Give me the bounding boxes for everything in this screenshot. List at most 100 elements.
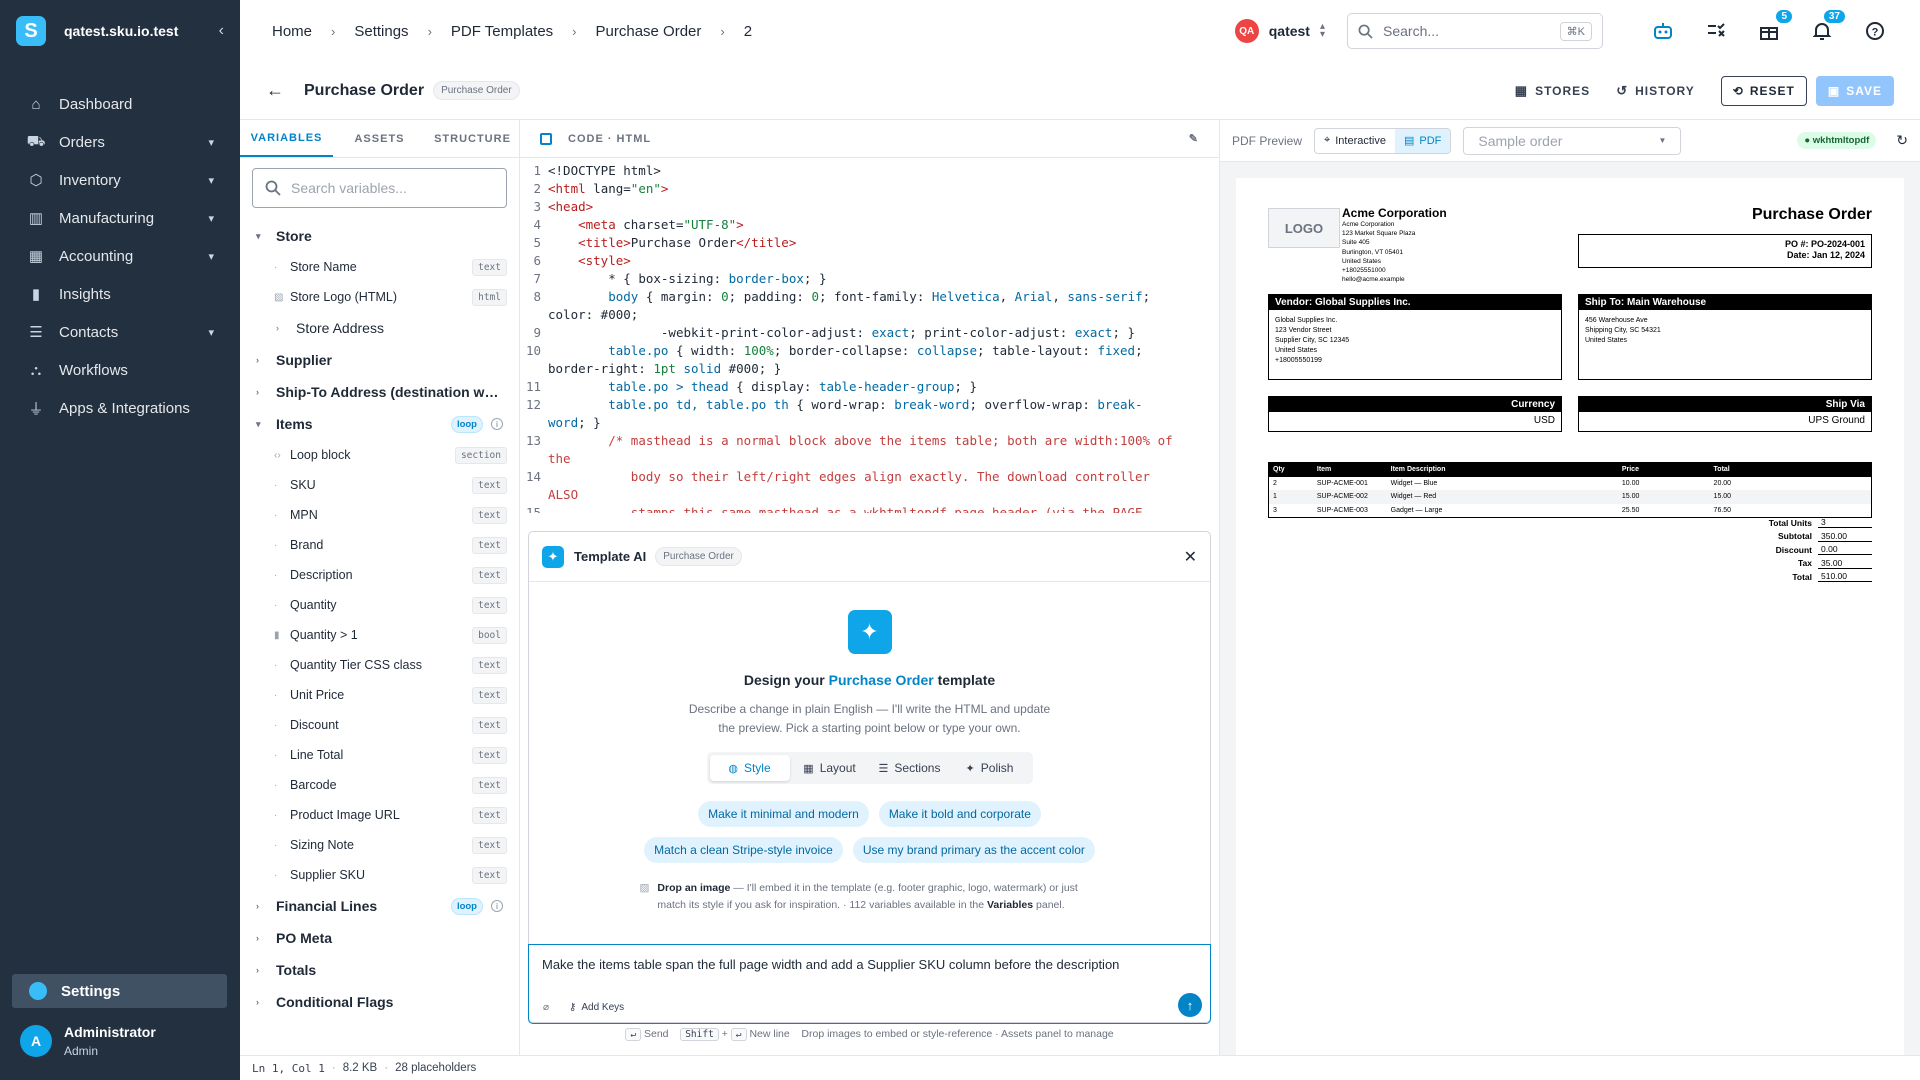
tree-group-conditional-flags[interactable]: › Conditional Flags — [240, 986, 519, 1018]
code-editor[interactable]: 1 <!DOCTYPE html> 2 <html lang="en"> 3 <head>… — [520, 158, 1219, 513]
close-icon[interactable]: ✕ — [1184, 547, 1197, 567]
user-switcher[interactable]: QA qatest ▴ ▾ — [1234, 19, 1325, 43]
code-line: 12 table.po td, table.po th { word-wrap:… — [520, 396, 1219, 432]
user-profile[interactable]: A Administrator Admin — [20, 1024, 156, 1058]
tree-group-financial-lines[interactable]: › Financial Lines loop i — [240, 890, 519, 922]
bell-icon[interactable]: 37 — [1809, 10, 1845, 44]
variable-item[interactable]: · Barcode text — [240, 770, 519, 800]
suggestion-chip[interactable]: Use my brand primary as the accent color — [852, 837, 1095, 863]
variable-label: Supplier SKU — [290, 868, 366, 882]
variable-item[interactable]: ▨ Store Logo (HTML) html — [240, 282, 519, 312]
tab-variables[interactable]: VARIABLES — [240, 120, 333, 157]
variable-item[interactable]: · MPN text — [240, 500, 519, 530]
stores-button[interactable]: ▦ STORES — [1515, 83, 1590, 99]
tree-group-supplier[interactable]: › Supplier — [240, 344, 519, 376]
tab-structure[interactable]: STRUCTURE — [426, 120, 519, 157]
address-line: 123 Vendor Street — [1275, 327, 1332, 334]
sidebar-item-insights[interactable]: ▮ Insights — [0, 275, 240, 313]
suggestion-chip[interactable]: Match a clean Stripe-style invoice — [644, 837, 843, 863]
breadcrumb-item[interactable]: Home — [272, 23, 312, 40]
save-button[interactable]: ▣ SAVE — [1815, 75, 1894, 106]
robot-icon[interactable] — [1650, 18, 1676, 44]
arrow-left-icon[interactable]: ← — [266, 80, 284, 101]
breadcrumb-item[interactable]: Settings — [354, 23, 408, 40]
sidebar-item-orders[interactable]: ⛟ Orders ▾ — [0, 123, 240, 161]
line-content: * { box-sizing: border-box; } — [548, 271, 827, 286]
search-input[interactable]: Search... ⌘K — [1347, 13, 1603, 49]
variables-search-input[interactable]: Search variables... — [252, 168, 507, 208]
chevron-left-icon[interactable]: ‹ — [219, 22, 224, 40]
history-button[interactable]: ↺ HISTORY — [1616, 83, 1695, 99]
table-header: Qty Item Item Description Price Total — [1269, 463, 1871, 477]
tab-sections[interactable]: ☰ Sections — [870, 755, 950, 781]
variable-item[interactable]: ▮ Quantity > 1 bool — [240, 620, 519, 650]
add-keys-button[interactable]: Add Keys — [581, 1002, 624, 1013]
variable-item[interactable]: · Sizing Note text — [240, 830, 519, 860]
address-line: +18025551000 — [1342, 267, 1386, 275]
tab-style[interactable]: ◍ Style — [709, 755, 790, 781]
sidebar-item-settings[interactable]: Settings — [12, 974, 227, 1008]
tab-layout[interactable]: ▦ Layout — [790, 755, 870, 781]
variable-item[interactable]: · Description text — [240, 560, 519, 590]
store-name[interactable]: qatest.sku.io.test — [64, 23, 219, 39]
sample-order-select[interactable]: Sample order ▼ — [1463, 126, 1682, 155]
loop-badge: loop — [450, 415, 483, 433]
app-logo[interactable]: S — [16, 16, 46, 46]
search-icon — [1358, 24, 1373, 39]
table-cell: 3 — [1273, 506, 1277, 514]
gift-icon[interactable]: 5 — [1756, 10, 1792, 44]
variable-label: Barcode — [290, 778, 337, 792]
variable-item[interactable]: · Quantity Tier CSS class text — [240, 650, 519, 680]
sidebar-item-contacts[interactable]: ☰ Contacts ▾ — [0, 313, 240, 351]
dot-icon: · — [274, 749, 278, 761]
tab-polish[interactable]: ✦ Polish — [950, 755, 1030, 781]
tree-group-po-meta[interactable]: › PO Meta — [240, 922, 519, 954]
tree-group-store-address[interactable]: › Store Address — [240, 312, 519, 344]
variable-item[interactable]: · Brand text — [240, 530, 519, 560]
refresh-icon[interactable]: ↻ — [1896, 132, 1908, 149]
paperclip-icon[interactable]: ⌀ — [543, 1002, 549, 1013]
variable-item[interactable]: · Line Total text — [240, 740, 519, 770]
sidebar-item-inventory[interactable]: ⬡ Inventory ▾ — [0, 161, 240, 199]
chevron-down-icon: ▾ — [208, 136, 214, 149]
info-icon[interactable]: i — [491, 418, 503, 430]
sidebar-item-workflows[interactable]: ⛬ Workflows — [0, 351, 240, 389]
tree-group-totals[interactable]: › Totals — [240, 954, 519, 986]
breadcrumb-item[interactable]: PDF Templates — [451, 23, 553, 40]
tree-group-ship-to[interactable]: ›Ship-To Address (destination warehouse) — [240, 376, 519, 408]
tree-group-items[interactable]: ▾ Items loop i — [240, 408, 519, 440]
sidebar-item-apps-integrations[interactable]: ⏚ Apps & Integrations — [0, 389, 240, 427]
interactive-mode-button[interactable]: ⌖ Interactive — [1315, 129, 1395, 153]
checklist-icon[interactable] — [1703, 18, 1729, 44]
variable-item[interactable]: · Supplier SKU text — [240, 860, 519, 890]
sidebar-item-manufacturing[interactable]: ▥ Manufacturing ▾ — [0, 199, 240, 237]
help-icon[interactable]: ? — [1862, 18, 1888, 44]
prompt-toolbar: ⌀ ⚷ Add Keys — [543, 1002, 624, 1013]
ai-prompt-input[interactable]: Make the items table span the full page … — [528, 944, 1211, 1024]
chevron-right-icon: › — [331, 23, 336, 39]
variable-item[interactable]: · Discount text — [240, 710, 519, 740]
variable-item[interactable]: · Product Image URL text — [240, 800, 519, 830]
column-header: Item Description — [1390, 466, 1446, 474]
sidebar-item-dashboard[interactable]: ⌂ Dashboard — [0, 85, 240, 123]
panel-toggle-icon[interactable] — [540, 132, 552, 145]
page-actions: ▦ STORES ↺ HISTORY ⟲ RESET ▣ SAVE — [1489, 75, 1894, 106]
wand-icon[interactable]: ✎ — [1189, 132, 1199, 145]
table-cell: 20.00 — [1713, 479, 1732, 487]
breadcrumb-item[interactable]: Purchase Order — [596, 23, 702, 40]
variable-item[interactable]: ‹› Loop block section — [240, 440, 519, 470]
reset-button[interactable]: ⟲ RESET — [1720, 75, 1807, 106]
sidebar-item-accounting[interactable]: ▦ Accounting ▾ — [0, 237, 240, 275]
suggestion-chip[interactable]: Make it bold and corporate — [878, 801, 1041, 827]
tree-group-store[interactable]: ▾ Store — [240, 220, 519, 252]
variable-item[interactable]: · Quantity text — [240, 590, 519, 620]
info-icon[interactable]: i — [491, 900, 503, 912]
variable-item[interactable]: · Store Name text — [240, 252, 519, 282]
send-button[interactable]: ↑ — [1178, 993, 1202, 1017]
pdf-mode-button[interactable]: ▤ PDF — [1394, 128, 1451, 153]
variable-item[interactable]: · SKU text — [240, 470, 519, 500]
suggestion-chip[interactable]: Make it minimal and modern — [698, 801, 869, 827]
tab-assets[interactable]: ASSETS — [333, 120, 426, 157]
variable-item[interactable]: · Unit Price text — [240, 680, 519, 710]
variable-type-tag: section — [454, 446, 507, 464]
